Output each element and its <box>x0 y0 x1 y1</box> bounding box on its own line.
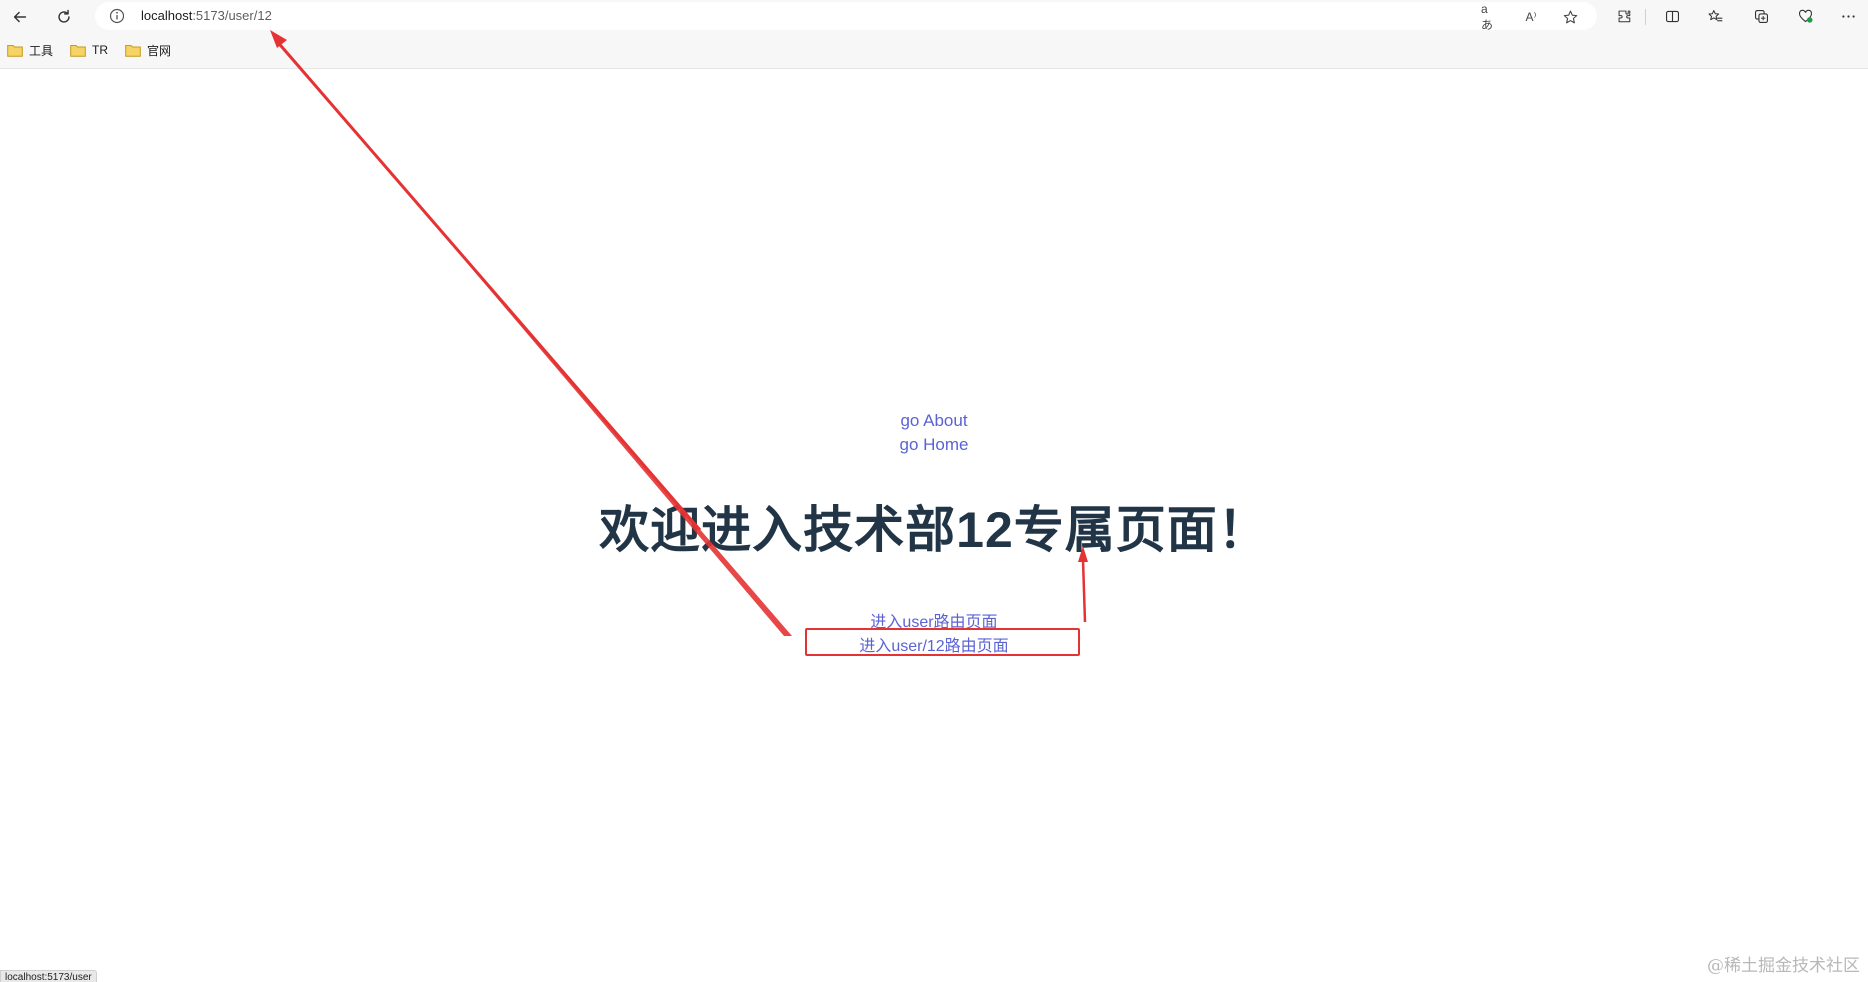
annotation-highlight-box <box>805 628 1080 656</box>
back-button[interactable] <box>6 3 34 31</box>
translate-icon[interactable]: aあ <box>1481 2 1499 32</box>
folder-icon <box>7 44 23 57</box>
bookmarks-bar: 工具 TR 官网 <box>0 33 1868 69</box>
go-about-link[interactable]: go About <box>0 411 1868 431</box>
favorite-star-icon[interactable] <box>1561 8 1579 26</box>
folder-icon <box>125 44 141 57</box>
url-host: localhost <box>141 8 193 23</box>
site-info-icon[interactable] <box>109 8 125 24</box>
watermark: @稀土掘金技术社区 <box>1707 956 1860 976</box>
bookmark-folder-tr[interactable]: TR <box>70 41 108 59</box>
more-menu-icon[interactable] <box>1838 6 1858 26</box>
folder-icon <box>70 44 86 57</box>
favorites-icon[interactable] <box>1705 6 1725 26</box>
refresh-button[interactable] <box>50 3 78 31</box>
bookmark-label: 官网 <box>147 43 172 58</box>
go-home-link[interactable]: go Home <box>0 435 1868 455</box>
browser-toolbar: localhost:5173/user/12 aあ A⁾ <box>0 0 1868 33</box>
collections-icon[interactable] <box>1751 6 1771 26</box>
extensions-icon[interactable] <box>1614 6 1634 26</box>
url-text[interactable]: localhost:5173/user/12 <box>141 8 272 23</box>
bookmark-label: TR <box>92 43 108 57</box>
browser-essentials-icon[interactable] <box>1795 6 1815 26</box>
address-bar[interactable]: localhost:5173/user/12 aあ A⁾ <box>95 2 1597 32</box>
status-bar-url: localhost:5173/user <box>0 970 97 982</box>
bookmark-label: 工具 <box>29 43 54 58</box>
page-title: 欢迎进入技术部12专属页面！ <box>599 502 1269 558</box>
back-arrow-icon <box>13 11 27 23</box>
annotation-arrow-shaft <box>273 38 702 531</box>
toolbar-divider <box>1645 9 1646 25</box>
bookmark-folder-tools[interactable]: 工具 <box>7 41 53 59</box>
refresh-icon <box>58 9 70 23</box>
browser-window: localhost:5173/user/12 aあ A⁾ 工具 TR 官网 go… <box>0 0 1868 982</box>
read-aloud-icon[interactable]: A⁾ <box>1522 8 1540 26</box>
url-path: :5173/user/12 <box>192 8 272 23</box>
split-screen-icon[interactable] <box>1662 6 1682 26</box>
bookmark-folder-official-site[interactable]: 官网 <box>125 41 171 59</box>
